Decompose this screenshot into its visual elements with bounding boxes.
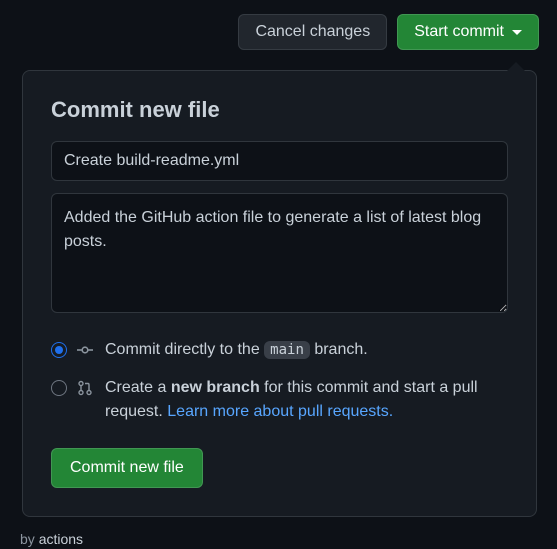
git-commit-icon <box>77 342 95 358</box>
option-new-branch[interactable]: Create a new branch for this commit and … <box>51 376 508 424</box>
commit-new-file-button[interactable]: Commit new file <box>51 448 203 488</box>
popover-arrow <box>507 62 525 71</box>
toolbar: Cancel changes Start commit <box>0 0 557 50</box>
start-commit-button[interactable]: Start commit <box>397 14 539 50</box>
cancel-changes-button[interactable]: Cancel changes <box>238 14 387 50</box>
option-commit-direct[interactable]: Commit directly to the main branch. <box>51 338 508 362</box>
commit-description-textarea[interactable]: Added the GitHub action file to generate… <box>51 193 508 313</box>
commit-message-input[interactable] <box>51 141 508 181</box>
radio-direct-label: Commit directly to the main branch. <box>105 338 508 362</box>
git-pull-request-icon <box>77 380 95 396</box>
learn-more-link[interactable]: Learn more about pull requests. <box>167 403 393 420</box>
radio-direct[interactable] <box>51 342 67 358</box>
commit-popover: Commit new file Added the GitHub action … <box>22 70 537 517</box>
branch-code: main <box>264 341 310 359</box>
start-commit-label: Start commit <box>414 23 504 41</box>
caret-down-icon <box>512 30 522 35</box>
radio-new-branch-label: Create a new branch for this commit and … <box>105 376 508 424</box>
radio-new-branch[interactable] <box>51 380 67 396</box>
commit-options: Commit directly to the main branch. Crea… <box>51 338 508 424</box>
popover-title: Commit new file <box>51 97 508 123</box>
bg-by-text: by actions <box>20 531 83 547</box>
